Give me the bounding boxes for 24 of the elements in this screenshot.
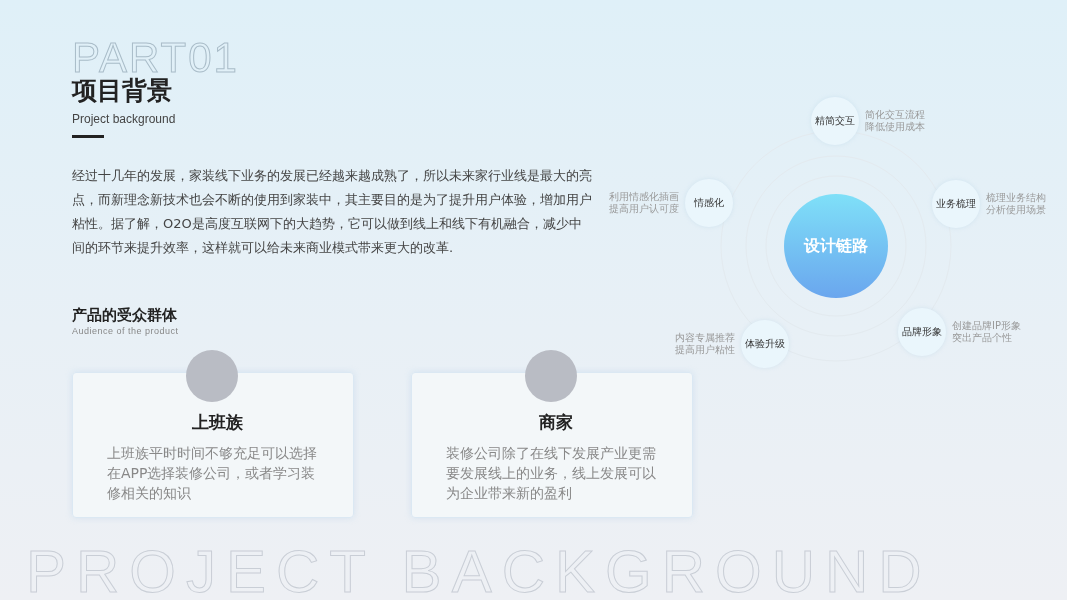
avatar-placeholder <box>186 350 238 402</box>
node-circle: 业务梳理 <box>932 180 980 228</box>
node-note: 利用情感化插画 提高用户认可度 <box>609 191 679 215</box>
avatar-placeholder <box>525 350 577 402</box>
node-circle: 情感化 <box>685 179 733 227</box>
center-circle: 设计链路 <box>784 194 888 298</box>
node-circle: 精简交互 <box>811 97 859 145</box>
intro-paragraph: 经过十几年的发展，家装线下业务的发展已经越来越成熟了，所以未来家行业线是最大的亮点，而新理念新技术也会不断的使用到家装中，其主要目的是为了提升用户体验，增加用户粘性。据了解，O2O是高度互联网下的大趋势，它可以做到线上和线下有机融合，减少中间的环节来提升效率，这样就可以给未来商业模式带来更大的改革. <box>72 167 593 257</box>
page-title: 项目背景 <box>72 76 172 106</box>
section-subtitle: Audience of the product <box>72 326 180 336</box>
watermark-text: PART01 <box>72 42 239 74</box>
node-note: 内容专属推荐 提高用户粘性 <box>675 332 735 356</box>
title-underline <box>72 135 104 138</box>
card-title: 商家 <box>538 411 574 433</box>
card-description: 装修公司除了在线下发展产业更需要发展线上的业务，线上发展可以为企业带来新的盈利 <box>446 444 657 503</box>
page-subtitle: Project background <box>72 112 177 126</box>
node-circle: 品牌形象 <box>898 308 946 356</box>
card-description: 上班族平时时间不够充足可以选择在APP选择装修公司，或者学习装修相关的知识 <box>107 444 318 503</box>
node-circle: 体验升级 <box>741 320 789 368</box>
node-note: 简化交互流程 降低使用成本 <box>865 109 925 133</box>
node-note: 创建品牌IP形象 突出产品个性 <box>952 320 1021 344</box>
node-note: 梳理业务结构 分析使用场景 <box>986 192 1046 216</box>
card-title: 上班族 <box>190 411 244 433</box>
section-title: 产品的受众群体 <box>72 306 178 324</box>
